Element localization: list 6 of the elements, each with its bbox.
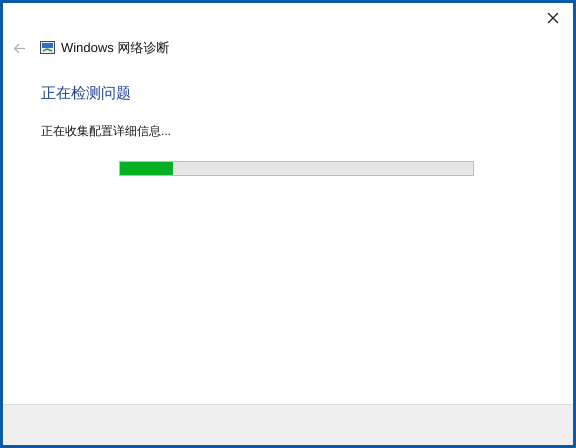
page-heading: 正在检测问题 xyxy=(41,84,132,104)
window-title: Windows 网络诊断 xyxy=(61,39,170,58)
close-icon xyxy=(547,12,559,24)
back-arrow-icon xyxy=(12,42,26,54)
network-diagnostics-icon xyxy=(40,41,55,55)
status-text: 正在收集配置详细信息... xyxy=(41,122,172,140)
